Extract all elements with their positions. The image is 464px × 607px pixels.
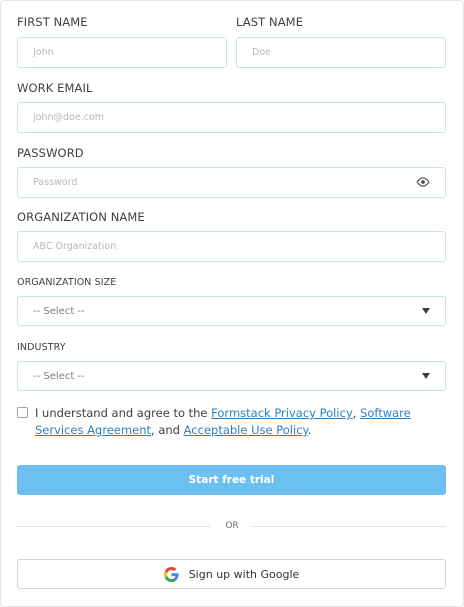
chevron-down-icon [422,308,430,314]
organization-size-select[interactable]: -- Select -- [17,296,446,326]
chevron-down-icon [422,373,430,379]
work-email-input[interactable] [17,102,446,133]
agreement-separator: , [352,406,361,420]
first-name-label: FIRST NAME [17,15,88,29]
google-icon [163,566,179,582]
agreement-text-start: I understand and agree to the [35,406,212,420]
organization-size-selected: -- Select -- [33,305,85,317]
industry-label: INDUSTRY [17,342,66,353]
password-field [17,167,446,198]
organization-name-label: ORGANIZATION NAME [17,210,145,224]
password-label: PASSWORD [17,146,84,160]
privacy-policy-link[interactable]: Formstack Privacy Policy [211,406,353,420]
google-signup-label: Sign up with Google [188,567,300,581]
industry-selected: -- Select -- [33,370,85,382]
agreement-separator: , and [151,423,184,437]
first-name-input[interactable] [17,37,227,68]
work-email-label: WORK EMAIL [17,81,93,95]
agreement-text-end: . [307,423,312,437]
last-name-input[interactable] [236,37,446,68]
eye-icon[interactable] [416,176,430,188]
industry-select[interactable]: -- Select -- [17,361,446,391]
divider-left [17,526,210,527]
start-free-trial-button[interactable]: Start free trial [17,465,446,495]
last-name-label: LAST NAME [236,15,304,29]
or-separator: OR [225,521,239,531]
google-signup-button[interactable]: Sign up with Google [17,559,446,589]
organization-name-input[interactable] [17,231,446,262]
acceptable-use-policy-link[interactable]: Acceptable Use Policy [184,423,308,437]
password-input[interactable] [17,167,446,198]
agree-checkbox[interactable] [17,407,28,418]
organization-size-label: ORGANIZATION SIZE [17,277,117,288]
divider-right [253,526,446,527]
agreement-text: I understand and agree to the Formstack … [35,405,445,439]
